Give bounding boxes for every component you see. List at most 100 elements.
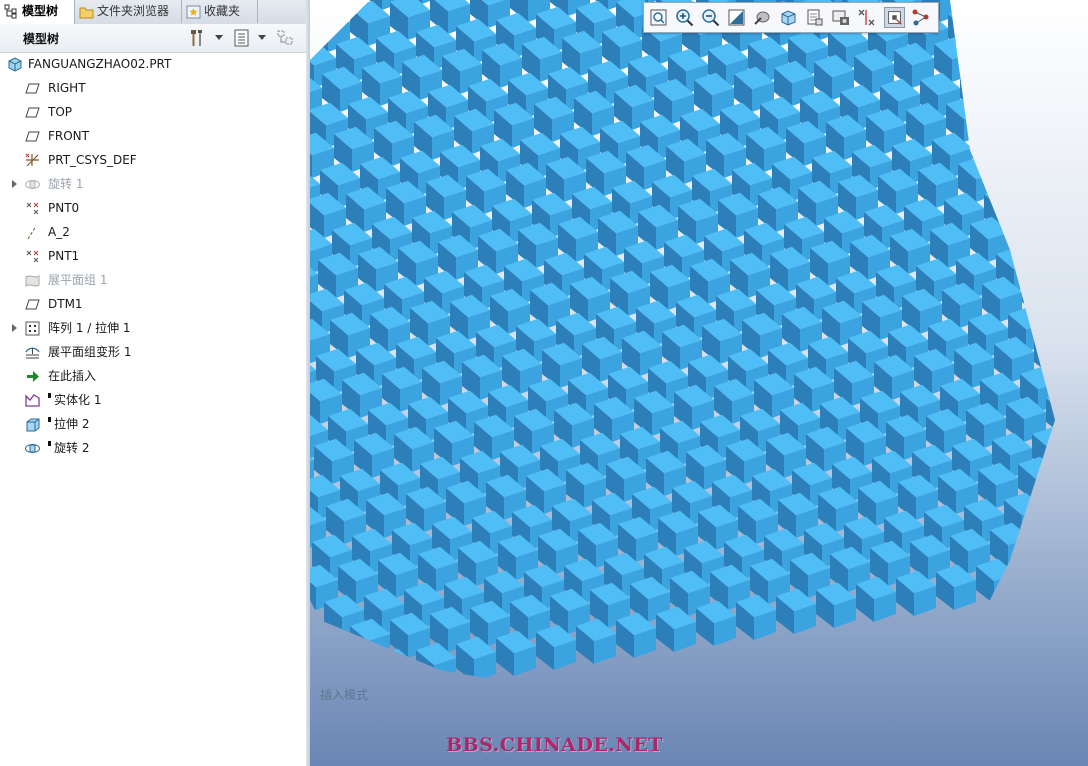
model-facet (1024, 188, 1042, 226)
datum-axis-icon (27, 225, 37, 240)
model-facet (1004, 106, 1026, 136)
model-facet (1038, 144, 1055, 168)
tree-item-a-2[interactable]: A_2 (0, 221, 304, 243)
expand-arrow[interactable] (12, 324, 17, 332)
tree-root-part[interactable]: FANGUANGZHAO02.PRT (0, 53, 304, 75)
datum-plane-icon (25, 83, 40, 94)
model-facet (1072, 421, 1088, 443)
model-facet (310, 14, 328, 52)
model-facet (1030, 136, 1052, 166)
graphics-window[interactable]: 插入模式 BBS.CHINADE.NET (310, 0, 1088, 766)
zoom-in-icon[interactable] (674, 7, 695, 28)
tree-columns-icon[interactable] (232, 28, 252, 48)
tree-item-solidify-1[interactable]: 实体化 1 (0, 389, 304, 411)
expand-arrow[interactable] (12, 180, 17, 188)
reflector-3d-model[interactable] (310, 0, 1088, 766)
model-facet (1056, 547, 1088, 569)
model-facet (1050, 212, 1055, 250)
tree-item-flatten-quilt-1[interactable]: 展平面组 1 (0, 269, 304, 291)
model-facet (1074, 332, 1088, 370)
tree-item-label: DTM1 (48, 297, 83, 311)
tree-item-insert-here[interactable]: 在此插入 (0, 365, 304, 387)
model-facet (1066, 86, 1084, 124)
saved-views-icon[interactable] (778, 7, 799, 28)
model-facet (1016, 166, 1038, 196)
tree-item-pnt1[interactable]: PNT1 (0, 245, 304, 267)
tree-item-pnt0[interactable]: PNT0 (0, 197, 304, 219)
tree-item-front[interactable]: FRONT (0, 125, 304, 147)
tree-item-flatten-deform-1[interactable]: 展平面组变形 1 (0, 341, 304, 363)
datum-display-icon[interactable] (856, 7, 877, 28)
model-facet (1012, 128, 1030, 166)
model-facet (1044, 100, 1055, 130)
datum-point-icon (26, 202, 39, 215)
model-facet (980, 0, 1002, 16)
model-facet (1014, 32, 1032, 70)
model-facet (1056, 554, 1074, 592)
model-facet (1066, 79, 1088, 101)
view-manager-icon[interactable] (830, 7, 851, 28)
model-facet (310, 0, 324, 22)
model-facet (998, 150, 1038, 174)
tree-filter-icon[interactable] (276, 28, 296, 48)
tree-item-label: A_2 (48, 225, 70, 239)
model-facet (1000, 60, 1040, 84)
model-facet (310, 632, 328, 670)
tree-item-extrude-2[interactable]: 拉伸 2 (0, 413, 304, 435)
model-facet (1074, 325, 1088, 347)
model-facet (1042, 0, 1055, 4)
tree-item-prt-csys-def[interactable]: PRT_CSYS_DEF (0, 149, 304, 171)
model-facet (1012, 120, 1052, 144)
model-facet (1052, 122, 1055, 160)
tab-favorites[interactable]: 收藏夹 (182, 0, 258, 23)
tab-model-tree[interactable]: 模型树 (0, 0, 75, 25)
model-facet (1042, 196, 1055, 226)
repaint-icon[interactable] (726, 7, 747, 28)
model-facet (992, 46, 1014, 76)
model-facet (1052, 346, 1055, 376)
zoom-out-icon[interactable] (700, 7, 721, 28)
model-facet (324, 0, 342, 16)
model-facet (1048, 308, 1055, 346)
model-facet (1040, 286, 1055, 316)
model-facet (1084, 481, 1088, 503)
model-facet (1014, 24, 1054, 48)
model-facet (1062, 502, 1084, 532)
tab-label: 文件夹浏览器 (97, 4, 170, 18)
model-facet (1060, 368, 1078, 406)
tree-item-label: FANGUANGZHAO02.PRT (28, 57, 172, 71)
tree-item-label: 展平面组变形 1 (48, 345, 132, 359)
tree-item-pattern-1[interactable]: 阵列 1 / 拉伸 1 (0, 317, 304, 339)
spin-center-icon[interactable] (884, 7, 905, 28)
solidify-icon (25, 394, 40, 407)
model-facet (1020, 0, 1042, 10)
tab-folder-browser[interactable]: 文件夹浏览器 (75, 0, 182, 23)
display-style-icon[interactable] (752, 7, 773, 28)
model-facet (1018, 76, 1040, 106)
tree-item-revolve-2[interactable]: 旋转 2 (0, 437, 304, 459)
tree-item-text: 拉伸 2 (54, 417, 90, 431)
refit-icon[interactable] (648, 7, 669, 28)
suppressed-marker (48, 393, 51, 398)
model-facet (986, 90, 1026, 114)
tree-item-dtm1[interactable]: DTM1 (0, 293, 304, 315)
tree-item-right[interactable]: RIGHT (0, 77, 304, 99)
model-facet (1016, 552, 1055, 576)
tree-item-revolve-1[interactable]: 旋转 1 (0, 173, 304, 195)
tree-item-label: 在此插入 (48, 369, 97, 383)
view-toolbar (643, 2, 939, 33)
flatten-deform-icon (25, 347, 40, 359)
extrude-icon (26, 418, 40, 432)
model-facet (974, 30, 1014, 54)
annotation-display-icon[interactable] (910, 7, 931, 28)
suppressed-marker (48, 441, 51, 446)
tools-icon[interactable] (188, 28, 208, 48)
model-facet (1022, 508, 1044, 538)
model-facet (1062, 265, 1088, 287)
tools-dropdown-arrow[interactable] (215, 35, 223, 40)
model-facet (1002, 202, 1024, 232)
model-facet (1066, 316, 1088, 346)
layers-icon[interactable] (804, 7, 825, 28)
tree-item-top[interactable]: TOP (0, 101, 304, 123)
tree-columns-dropdown-arrow[interactable] (258, 35, 266, 40)
